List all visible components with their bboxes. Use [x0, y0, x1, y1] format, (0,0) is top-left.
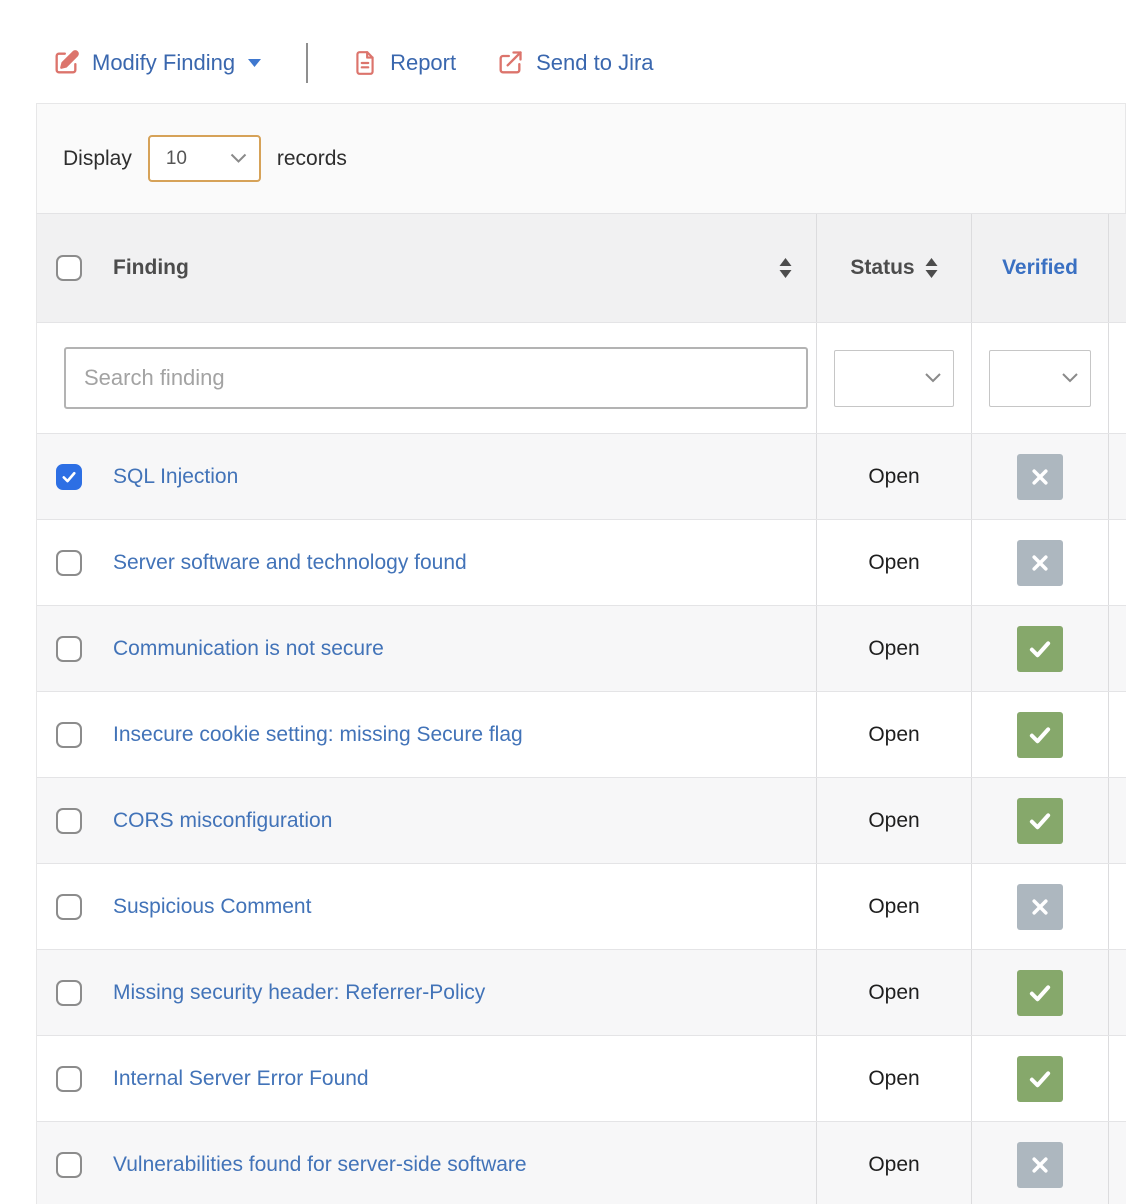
- chevron-down-icon: [1062, 373, 1078, 383]
- findings-panel: Display 10 records Finding: [36, 103, 1126, 1204]
- report-button[interactable]: Report: [352, 50, 456, 76]
- status-value: Open: [868, 1067, 919, 1091]
- status-value: Open: [868, 723, 919, 747]
- verified-badge[interactable]: [1017, 884, 1063, 930]
- findings-table: Finding Status Verified: [36, 213, 1126, 1204]
- table-row: Vulnerabilities found for server-side so…: [37, 1122, 1126, 1204]
- check-icon: [1025, 806, 1055, 836]
- table-row: Suspicious Comment Open: [37, 864, 1126, 950]
- table-row: Communication is not secure Open: [37, 606, 1126, 692]
- verified-badge[interactable]: [1017, 454, 1063, 500]
- status-value: Open: [868, 465, 919, 489]
- row-checkbox[interactable]: [56, 464, 82, 490]
- records-per-page-select[interactable]: 10: [148, 135, 261, 182]
- verified-badge[interactable]: [1017, 626, 1063, 672]
- sort-icon[interactable]: [779, 258, 792, 278]
- edit-icon: [52, 49, 80, 77]
- chevron-down-icon: [925, 373, 941, 383]
- x-icon: [1030, 897, 1050, 917]
- check-icon: [1025, 1064, 1055, 1094]
- verified-badge[interactable]: [1017, 1142, 1063, 1188]
- send-to-jira-icon: [496, 49, 524, 77]
- column-header-finding[interactable]: Finding: [101, 214, 816, 322]
- records-per-page-value: 10: [166, 148, 187, 170]
- column-header-verified[interactable]: Verified: [971, 214, 1108, 322]
- column-header-extra: [1108, 214, 1126, 322]
- verified-badge[interactable]: [1017, 540, 1063, 586]
- verified-badge[interactable]: [1017, 1056, 1063, 1102]
- caret-down-icon: [247, 58, 262, 68]
- row-checkbox[interactable]: [56, 636, 82, 662]
- verified-header-label: Verified: [1002, 256, 1078, 280]
- row-checkbox[interactable]: [56, 1152, 82, 1178]
- table-row: Insecure cookie setting: missing Secure …: [37, 692, 1126, 778]
- row-checkbox[interactable]: [56, 722, 82, 748]
- finding-link[interactable]: SQL Injection: [113, 465, 238, 489]
- finding-link[interactable]: Internal Server Error Found: [113, 1067, 369, 1091]
- finding-link[interactable]: Suspicious Comment: [113, 895, 311, 919]
- report-label: Report: [390, 50, 456, 76]
- status-value: Open: [868, 981, 919, 1005]
- table-filter-row: [37, 323, 1126, 434]
- status-value: Open: [868, 637, 919, 661]
- verified-badge[interactable]: [1017, 712, 1063, 758]
- table-row: Missing security header: Referrer-Policy…: [37, 950, 1126, 1036]
- records-label: records: [277, 147, 347, 171]
- finding-header-label: Finding: [113, 256, 189, 280]
- check-icon: [1025, 720, 1055, 750]
- table-row: Server software and technology found Ope…: [37, 520, 1126, 606]
- modify-finding-label: Modify Finding: [92, 50, 235, 76]
- verified-badge[interactable]: [1017, 970, 1063, 1016]
- finding-link[interactable]: Insecure cookie setting: missing Secure …: [113, 723, 523, 747]
- x-icon: [1030, 553, 1050, 573]
- row-checkbox[interactable]: [56, 550, 82, 576]
- check-icon: [1025, 978, 1055, 1008]
- table-row: SQL Injection Open: [37, 434, 1126, 520]
- row-checkbox[interactable]: [56, 894, 82, 920]
- x-icon: [1030, 467, 1050, 487]
- chevron-down-icon: [230, 153, 247, 164]
- send-to-jira-button[interactable]: Send to Jira: [496, 49, 653, 77]
- finding-link[interactable]: Vulnerabilities found for server-side so…: [113, 1153, 527, 1177]
- status-value: Open: [868, 1153, 919, 1177]
- send-to-jira-label: Send to Jira: [536, 50, 653, 76]
- verified-badge[interactable]: [1017, 798, 1063, 844]
- row-checkbox[interactable]: [56, 808, 82, 834]
- finding-link[interactable]: Communication is not secure: [113, 637, 384, 661]
- display-records-bar: Display 10 records: [36, 103, 1126, 213]
- status-value: Open: [868, 809, 919, 833]
- x-icon: [1030, 1155, 1050, 1175]
- toolbar-divider: [306, 43, 308, 83]
- select-all-checkbox[interactable]: [56, 255, 82, 281]
- finding-link[interactable]: CORS misconfiguration: [113, 809, 332, 833]
- toolbar: Modify Finding Report Send: [52, 40, 1126, 86]
- search-finding-input[interactable]: [64, 347, 808, 409]
- verified-filter-select[interactable]: [989, 350, 1091, 407]
- modify-finding-button[interactable]: Modify Finding: [52, 49, 262, 77]
- sort-icon[interactable]: [925, 258, 938, 278]
- row-checkbox[interactable]: [56, 1066, 82, 1092]
- status-value: Open: [868, 895, 919, 919]
- table-row: CORS misconfiguration Open: [37, 778, 1126, 864]
- column-header-status[interactable]: Status: [816, 214, 971, 322]
- display-label: Display: [63, 147, 132, 171]
- finding-link[interactable]: Missing security header: Referrer-Policy: [113, 981, 485, 1005]
- status-filter-select[interactable]: [834, 350, 954, 407]
- finding-link[interactable]: Server software and technology found: [113, 551, 467, 575]
- check-icon: [1025, 634, 1055, 664]
- status-value: Open: [868, 551, 919, 575]
- table-row: Internal Server Error Found Open: [37, 1036, 1126, 1122]
- status-header-label: Status: [850, 256, 914, 280]
- row-checkbox[interactable]: [56, 980, 82, 1006]
- table-body: SQL Injection Open Se: [37, 434, 1126, 1204]
- report-icon: [352, 50, 378, 76]
- table-header-row: Finding Status Verified: [37, 214, 1126, 323]
